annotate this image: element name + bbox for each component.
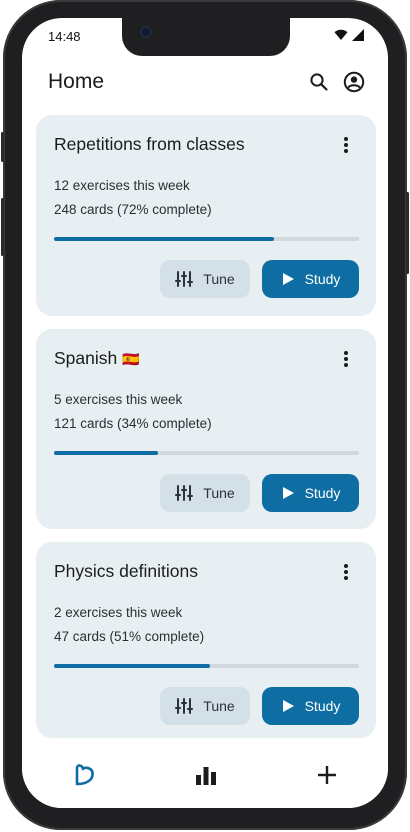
status-time: 14:48: [48, 29, 81, 44]
tune-icon: [175, 698, 194, 714]
search-icon[interactable]: [307, 70, 331, 94]
play-icon: [282, 487, 294, 499]
tune-label: Tune: [203, 485, 235, 501]
deck-title: Physics definitions: [54, 561, 198, 581]
spain-flag-icon: 🇪🇸: [122, 351, 140, 367]
deck-card[interactable]: Spanish 🇪🇸 5 exercises this week 121 car…: [36, 329, 376, 529]
tune-icon: [175, 271, 194, 287]
add-icon[interactable]: [312, 760, 342, 790]
status-icons: [334, 28, 364, 46]
tune-button[interactable]: Tune: [160, 260, 250, 298]
bottom-navigation: [22, 746, 388, 808]
left-side-button-1: [1, 132, 4, 162]
tune-label: Tune: [203, 698, 235, 714]
deck-progress-fill: [54, 237, 274, 241]
stats-icon[interactable]: [191, 760, 221, 790]
deck-progress-fill: [54, 664, 210, 668]
deck-title-text: Spanish: [54, 348, 118, 368]
deck-progress-bar: [54, 237, 359, 241]
deck-cards: 248 cards (72% complete): [54, 202, 212, 217]
deck-progress-fill: [54, 451, 158, 455]
page-title: Home: [48, 70, 105, 93]
deck-title: Spanish 🇪🇸: [54, 348, 140, 369]
deck-cards: 47 cards (51% complete): [54, 629, 205, 644]
play-icon: [282, 700, 294, 712]
play-icon: [282, 273, 294, 285]
app-bar: Home: [22, 66, 388, 102]
study-button[interactable]: Study: [262, 260, 359, 298]
right-side-button: [406, 192, 409, 274]
more-vert-icon[interactable]: [334, 347, 358, 371]
deck-title: Repetitions from classes: [54, 134, 245, 154]
wifi-icon: [334, 28, 348, 46]
deck-progress-bar: [54, 664, 359, 668]
deck-exercises: 5 exercises this week: [54, 392, 183, 407]
deck-card[interactable]: Repetitions from classes 12 exercises th…: [36, 115, 376, 316]
deck-cards: 121 cards (34% complete): [54, 416, 212, 431]
study-label: Study: [304, 485, 341, 501]
study-button[interactable]: Study: [262, 474, 359, 512]
deck-progress-bar: [54, 451, 359, 455]
deck-exercises: 12 exercises this week: [54, 178, 190, 193]
account-icon[interactable]: [342, 70, 366, 94]
tune-button[interactable]: Tune: [160, 687, 250, 725]
tune-label: Tune: [203, 271, 235, 287]
home-icon[interactable]: [70, 760, 100, 790]
deck-card[interactable]: Physics definitions 2 exercises this wee…: [36, 542, 376, 738]
study-label: Study: [304, 698, 341, 714]
deck-exercises: 2 exercises this week: [54, 605, 183, 620]
study-label: Study: [304, 271, 341, 287]
camera-lens: [140, 26, 152, 38]
tune-icon: [175, 485, 194, 501]
tune-button[interactable]: Tune: [160, 474, 250, 512]
phone-device: 14:48 Home Repetitions from classes 12 e…: [0, 0, 410, 832]
study-button[interactable]: Study: [262, 687, 359, 725]
left-side-button-2: [1, 198, 4, 256]
screen: 14:48 Home Repetitions from classes 12 e…: [22, 18, 388, 808]
more-vert-icon[interactable]: [334, 133, 358, 157]
signal-icon: [352, 28, 364, 46]
more-vert-icon[interactable]: [334, 560, 358, 584]
camera-notch: [122, 18, 290, 56]
